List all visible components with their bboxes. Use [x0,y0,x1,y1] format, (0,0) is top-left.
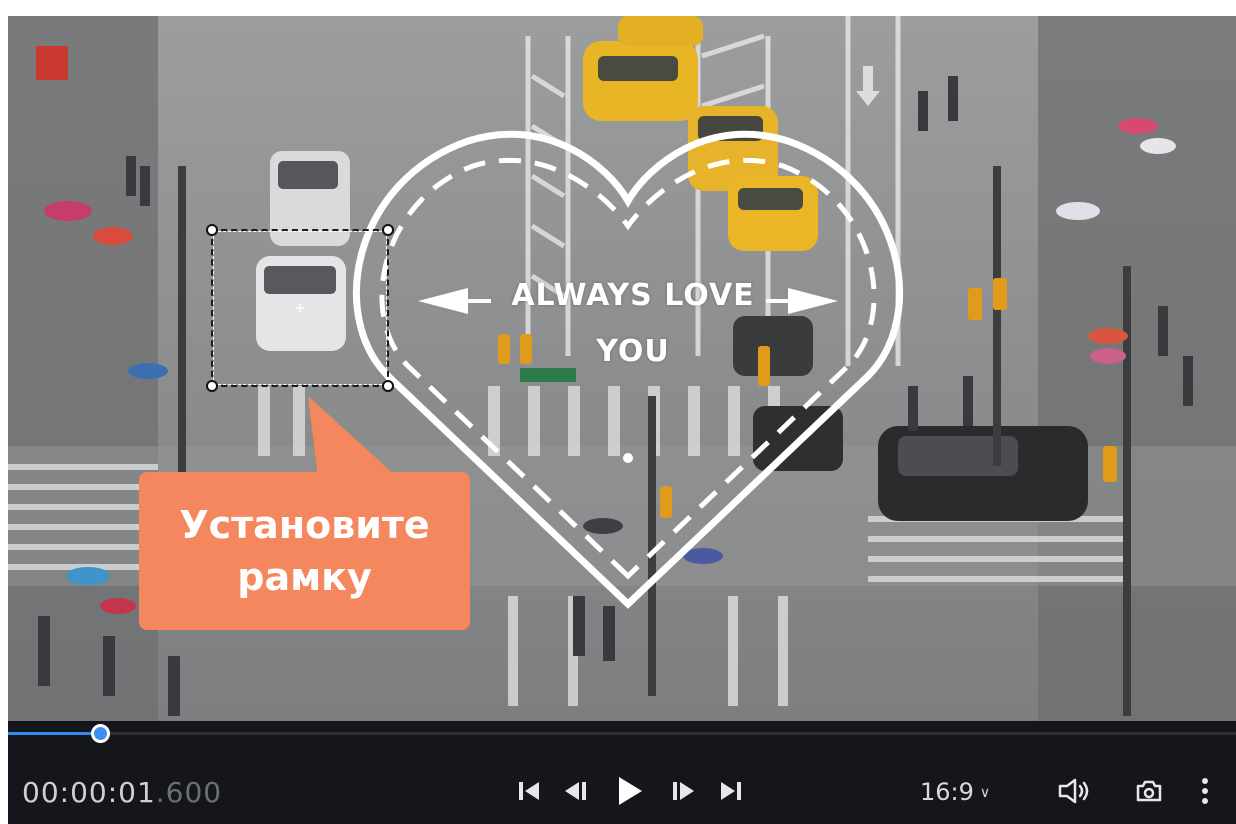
timeline-seek-bar[interactable] [8,721,1236,746]
skip-to-end-button[interactable] [713,774,747,808]
callout-line-2: рамку [237,555,372,599]
volume-icon [1058,778,1089,804]
previous-frame-icon [565,782,586,800]
crop-handle-bottom-right[interactable] [382,380,394,392]
crop-handle-top-left[interactable] [206,224,218,236]
chevron-down-icon: ∨ [979,785,991,801]
crop-frame[interactable]: + [206,224,394,392]
skip-to-start-button[interactable] [513,774,547,808]
callout-line-1: Установите [179,503,430,547]
instruction-callout: Установите рамку [139,472,470,630]
skip-to-start-icon [519,782,539,800]
seek-track[interactable] [8,732,1236,735]
seek-thumb[interactable] [91,724,111,743]
crop-handle-bottom-left[interactable] [206,380,218,392]
timecode: 00:00:01.600 [22,776,222,809]
sticker-text-line-1: ALWAYS LOVE [511,278,755,313]
more-options-button[interactable] [1195,774,1215,808]
aspect-ratio-value: 16:9 [920,778,974,806]
play-button[interactable] [612,774,646,808]
timecode-main: 00:00:01 [22,776,156,809]
seek-progress-fill [8,732,101,735]
skip-to-end-icon [721,782,741,800]
crop-center-plus-icon: + [294,298,306,318]
next-frame-button[interactable] [665,774,699,808]
aspect-ratio-dropdown[interactable]: 16:9 ∨ [920,778,990,806]
previous-frame-button[interactable] [561,774,595,808]
volume-button[interactable] [1055,774,1095,808]
timecode-milliseconds: .600 [155,776,223,809]
crop-handle-top-right[interactable] [382,224,394,236]
more-vertical-icon [1202,778,1208,804]
camera-icon [1136,780,1162,802]
play-icon [619,777,642,805]
video-player: ALWAYS LOVE YOU + Установите рамку 00:00… [8,16,1236,824]
sticker-text-line-2: YOU [596,334,670,369]
snapshot-button[interactable] [1132,774,1166,808]
player-control-bar: 00:00:01.600 16:9 ∨ [8,746,1236,824]
video-preview[interactable]: ALWAYS LOVE YOU + Установите рамку [8,16,1236,721]
next-frame-icon [673,782,694,800]
